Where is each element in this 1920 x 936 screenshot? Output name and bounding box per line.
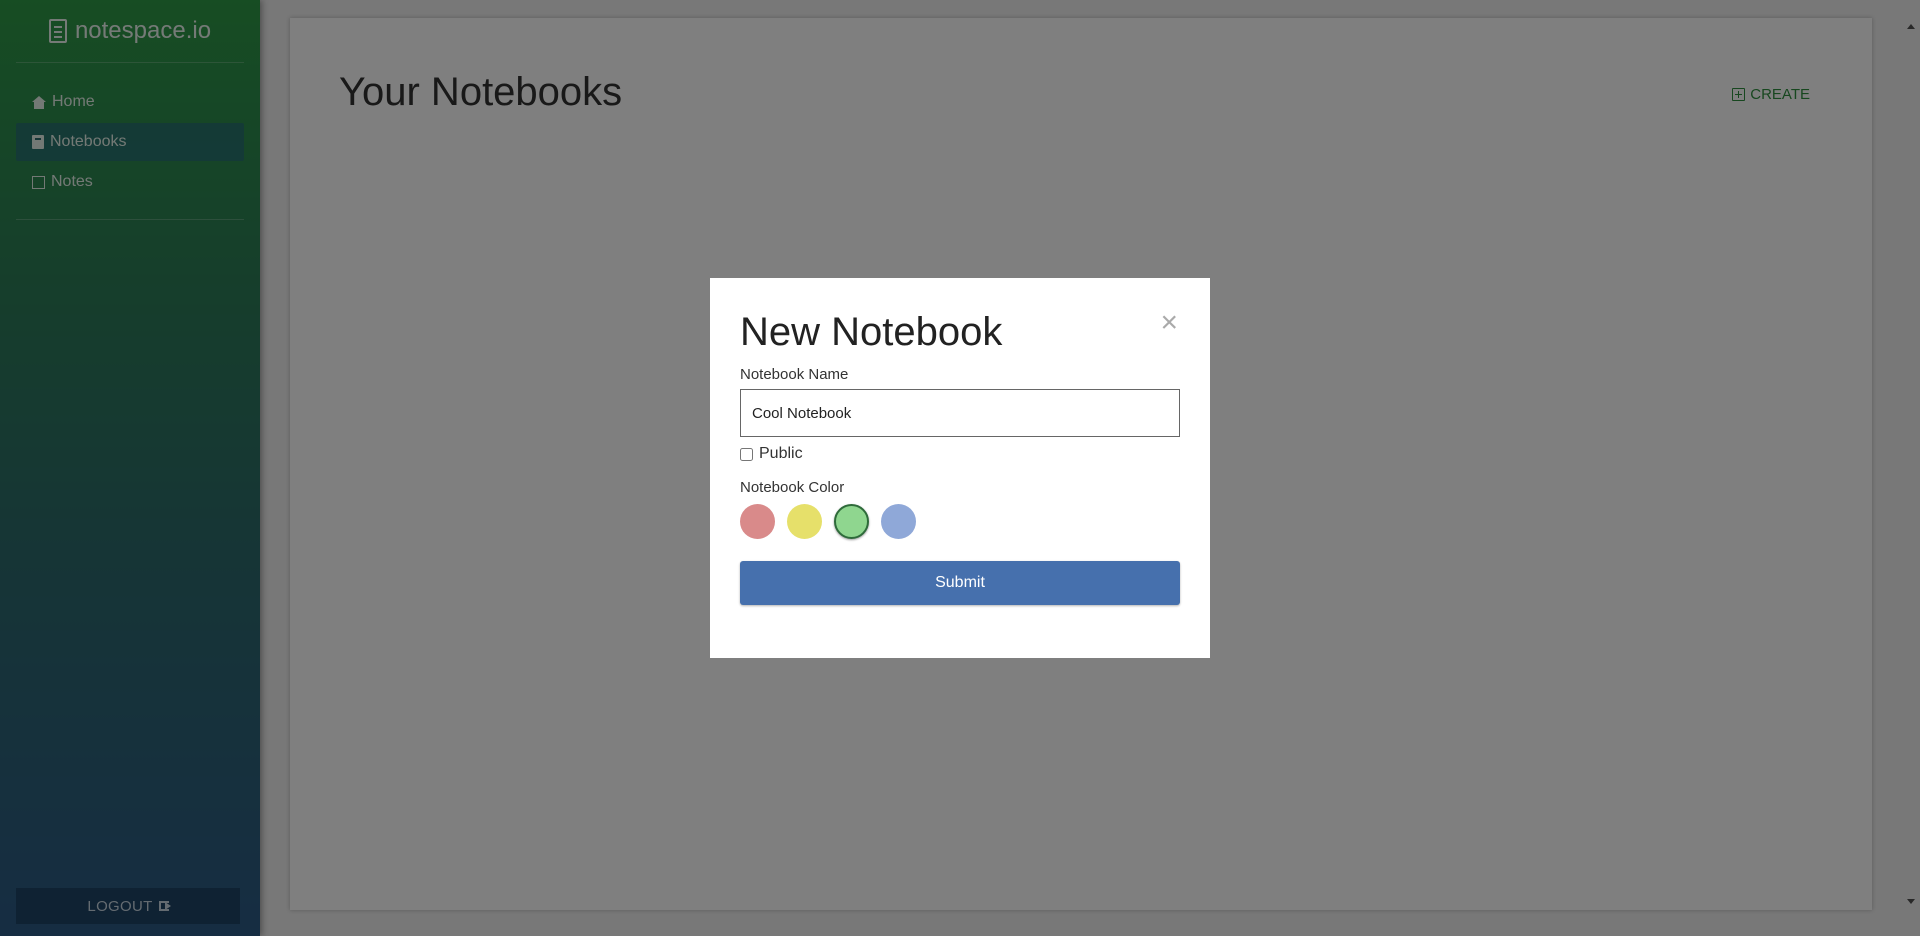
color-swatches: [740, 504, 1180, 539]
public-label[interactable]: Public: [759, 445, 803, 463]
modal-title: New Notebook: [740, 310, 1003, 354]
color-swatch-green[interactable]: [834, 504, 869, 539]
public-row: Public: [740, 445, 1180, 463]
color-swatch-blue[interactable]: [881, 504, 916, 539]
color-swatch-yellow[interactable]: [787, 504, 822, 539]
notebook-name-label: Notebook Name: [740, 366, 849, 383]
public-checkbox[interactable]: [740, 447, 753, 461]
submit-button[interactable]: Submit: [740, 561, 1180, 605]
new-notebook-modal: New Notebook × Notebook Name Public Note…: [710, 278, 1210, 658]
notebook-color-label: Notebook Color: [740, 479, 845, 496]
close-icon[interactable]: ×: [1160, 308, 1178, 338]
notebook-name-input[interactable]: [740, 389, 1180, 437]
color-swatch-red[interactable]: [740, 504, 775, 539]
